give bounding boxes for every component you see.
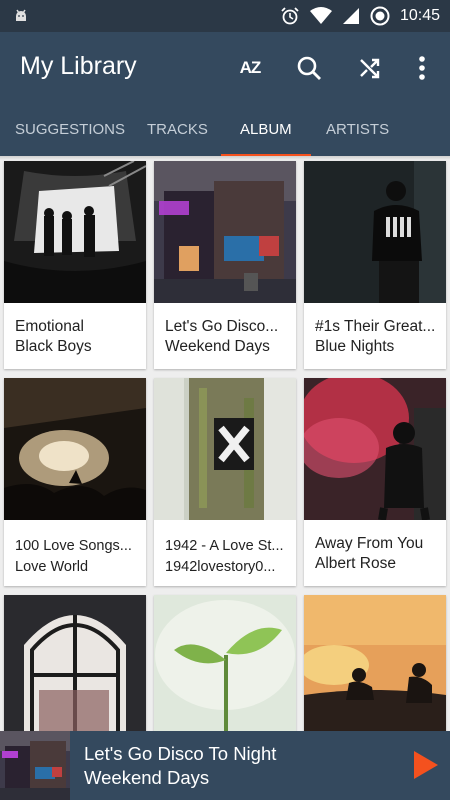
album-card[interactable]: 100 Love Songs... Love World — [4, 378, 146, 586]
wifi-icon — [309, 7, 332, 24]
album-artist: 1942lovestory0... — [165, 559, 276, 575]
now-playing-bar[interactable]: Let's Go Disco To Night Weekend Days — [0, 731, 450, 800]
sort-az-icon: AZ — [239, 58, 262, 77]
album-artist: Albert Rose — [315, 555, 396, 572]
album-card[interactable]: #1s Their Great... Blue Nights — [304, 161, 446, 369]
album-card[interactable]: Emotional Black Boys — [4, 161, 146, 369]
album-artist: Blue Nights — [315, 338, 395, 355]
tab-suggestions[interactable]: SUGGESTIONS — [15, 104, 125, 156]
album-card[interactable] — [154, 595, 296, 731]
page-title: My Library — [20, 52, 137, 80]
album-card[interactable]: 1942 - A Love St... 1942lovestory0... — [154, 378, 296, 586]
tab-album[interactable]: ALBUM — [240, 104, 292, 156]
more-vert-icon — [419, 56, 425, 80]
signal-icon — [342, 8, 359, 24]
album-card[interactable] — [4, 595, 146, 731]
sort-az-button[interactable]: AZ — [232, 50, 268, 86]
tab-tracks[interactable]: TRACKS — [147, 104, 208, 156]
album-cover — [304, 378, 446, 520]
album-artist: Black Boys — [15, 338, 92, 355]
status-time: 10:45 — [399, 7, 440, 24]
album-cover — [154, 161, 296, 303]
more-options-button[interactable] — [404, 50, 440, 86]
album-title: 1942 - A Love St... — [165, 538, 284, 554]
album-card[interactable] — [304, 595, 446, 731]
alarm-icon — [281, 7, 299, 25]
album-title: Let's Go Disco... — [165, 318, 279, 335]
search-button[interactable] — [291, 50, 327, 86]
album-title: Emotional — [15, 318, 84, 335]
album-cover — [4, 595, 146, 731]
play-icon[interactable] — [406, 747, 442, 783]
album-cover — [304, 595, 446, 731]
album-cover — [4, 161, 146, 303]
tab-artists[interactable]: ARTISTS — [326, 104, 389, 156]
now-playing-cover — [0, 731, 70, 800]
album-cover — [4, 378, 146, 520]
sync-icon — [370, 6, 390, 26]
tab-bar: SUGGESTIONS TRACKS ALBUM ARTISTS — [0, 104, 450, 157]
search-icon — [297, 56, 321, 80]
album-cover — [154, 595, 296, 731]
album-card[interactable]: Away From You Albert Rose — [304, 378, 446, 586]
now-playing-artist: Weekend Days — [84, 767, 210, 788]
album-artist: Weekend Days — [165, 338, 270, 355]
album-title: 100 Love Songs... — [15, 538, 132, 554]
android-icon — [16, 9, 26, 21]
shuffle-button[interactable] — [352, 50, 388, 86]
album-title: Away From You — [315, 535, 424, 552]
album-cover — [154, 378, 296, 520]
app-bar: My Library AZ — [0, 32, 450, 104]
album-title: #1s Their Great... — [315, 318, 436, 335]
album-artist: Love World — [15, 559, 89, 575]
album-card[interactable]: Let's Go Disco... Weekend Days — [154, 161, 296, 369]
album-cover — [304, 161, 446, 303]
album-grid: Emotional Black Boys Let's Go Disco... W… — [0, 160, 450, 731]
shuffle-icon — [360, 58, 380, 79]
now-playing-title: Let's Go Disco To Night — [84, 743, 277, 764]
status-bar: 10:45 — [0, 0, 450, 32]
